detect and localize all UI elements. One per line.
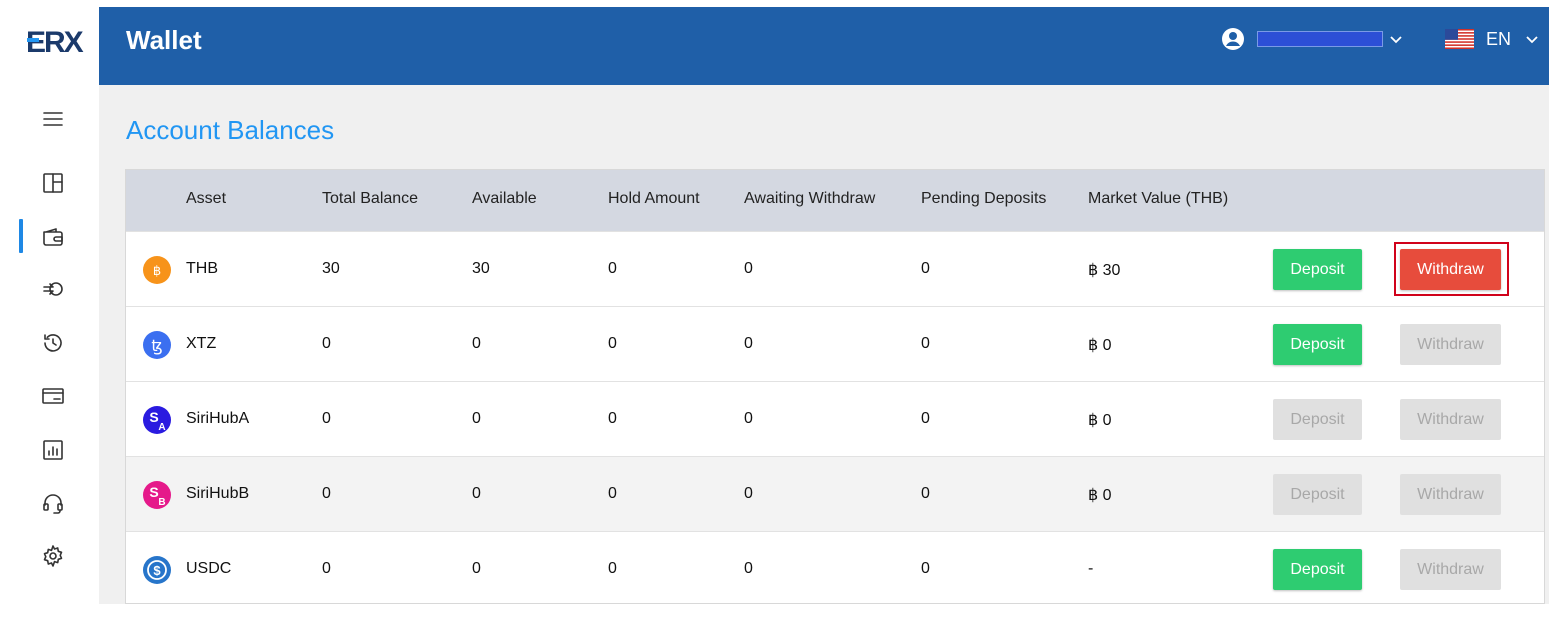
svg-text:S: S — [149, 484, 158, 500]
exchange-icon[interactable] — [40, 276, 66, 302]
column-header-asset: Asset — [186, 190, 227, 207]
hold-amount: 0 — [608, 485, 617, 502]
market-value: ฿ 30 — [1088, 262, 1121, 279]
hold-amount: 0 — [608, 260, 617, 277]
deposit-button[interactable]: Deposit — [1273, 549, 1362, 590]
main-content: Account Balances Asset Total Balance Ava… — [99, 85, 1549, 604]
total-balance: 0 — [322, 485, 331, 502]
wallet-icon[interactable] — [40, 224, 66, 250]
awaiting-withdraw: 0 — [744, 260, 753, 277]
withdraw-button-disabled: Withdraw — [1400, 549, 1501, 590]
table-row: S B SiriHubB 0 0 0 0 0 ฿ 0 Deposit Withd… — [126, 456, 1544, 531]
table-row: ꜩ XTZ 0 0 0 0 0 ฿ 0 Deposit Withdraw — [126, 306, 1544, 381]
asset-name: THB — [186, 260, 218, 277]
us-flag-icon — [1445, 29, 1474, 49]
user-menu[interactable] — [1221, 25, 1403, 53]
sidebar: ERX — [0, 0, 99, 634]
usdc-coin-icon: $ — [143, 556, 171, 584]
top-header: Wallet EN — [99, 7, 1549, 85]
gear-icon[interactable] — [40, 543, 66, 569]
user-account-icon — [1222, 28, 1244, 50]
column-header-hold-amount: Hold Amount — [608, 190, 700, 207]
deposit-button[interactable]: Deposit — [1273, 324, 1362, 365]
column-header-available: Available — [472, 190, 537, 207]
hold-amount: 0 — [608, 560, 617, 577]
svg-text:B: B — [158, 497, 165, 508]
headset-icon[interactable] — [40, 490, 66, 516]
total-balance: 0 — [322, 410, 331, 427]
language-label: EN — [1486, 28, 1512, 49]
awaiting-withdraw: 0 — [744, 335, 753, 352]
column-header-pending-deposits: Pending Deposits — [921, 190, 1047, 207]
hold-amount: 0 — [608, 410, 617, 427]
deposit-button-disabled: Deposit — [1273, 474, 1362, 515]
available-balance: 0 — [472, 335, 481, 352]
svg-text:ꜩ: ꜩ — [151, 336, 162, 355]
svg-text:$: $ — [153, 563, 161, 578]
column-header-total-balance: Total Balance — [322, 190, 419, 207]
svg-text:S: S — [149, 409, 158, 425]
user-name-redacted — [1257, 31, 1383, 47]
asset-name: XTZ — [186, 335, 217, 352]
page-title: Account Balances — [126, 115, 335, 145]
available-balance: 30 — [472, 260, 490, 277]
table-header: Asset Total Balance Available Hold Amoun… — [126, 170, 1544, 231]
asset-name: USDC — [186, 560, 232, 577]
erx-logo[interactable]: ERX — [26, 24, 84, 58]
sirihubb-coin-icon: S B — [143, 481, 171, 509]
total-balance: 0 — [322, 560, 331, 577]
market-value: ฿ 0 — [1088, 487, 1112, 504]
pending-deposits: 0 — [921, 335, 930, 352]
withdraw-button[interactable]: Withdraw — [1400, 249, 1501, 290]
history-icon[interactable] — [40, 330, 66, 356]
market-value: - — [1088, 560, 1094, 577]
awaiting-withdraw: 0 — [744, 560, 753, 577]
available-balance: 0 — [472, 560, 481, 577]
awaiting-withdraw: 0 — [744, 410, 753, 427]
total-balance: 30 — [322, 260, 340, 277]
available-balance: 0 — [472, 410, 481, 427]
deposit-button-disabled: Deposit — [1273, 399, 1362, 440]
deposit-button[interactable]: Deposit — [1273, 249, 1362, 290]
pending-deposits: 0 — [921, 410, 930, 427]
total-balance: 0 — [322, 335, 331, 352]
active-indicator — [19, 219, 23, 253]
balances-table: Asset Total Balance Available Hold Amoun… — [125, 169, 1545, 604]
table-row: $ USDC 0 0 0 0 0 - Deposit Withdraw — [126, 531, 1544, 606]
asset-name: SiriHubA — [186, 410, 250, 427]
tezos-coin-icon: ꜩ — [143, 331, 171, 359]
market-value: ฿ 0 — [1088, 337, 1112, 354]
page-header-title: Wallet — [126, 25, 202, 55]
hamburger-icon[interactable] — [40, 106, 66, 132]
svg-text:฿: ฿ — [153, 264, 161, 279]
available-balance: 0 — [472, 485, 481, 502]
chart-icon[interactable] — [40, 437, 66, 463]
awaiting-withdraw: 0 — [744, 485, 753, 502]
withdraw-button-disabled: Withdraw — [1400, 399, 1501, 440]
layout-icon[interactable] — [40, 170, 66, 196]
chevron-down-icon — [1526, 36, 1538, 44]
withdraw-button-disabled: Withdraw — [1400, 474, 1501, 515]
market-value: ฿ 0 — [1088, 412, 1112, 429]
pending-deposits: 0 — [921, 485, 930, 502]
asset-name: SiriHubB — [186, 485, 250, 502]
column-header-awaiting-withdraw: Awaiting Withdraw — [744, 190, 876, 207]
hold-amount: 0 — [608, 335, 617, 352]
pending-deposits: 0 — [921, 560, 930, 577]
bank-card-icon[interactable] — [40, 383, 66, 409]
table-row: ฿ THB 30 30 0 0 0 ฿ 30 Deposit Withdraw — [126, 231, 1544, 306]
chevron-down-icon — [1390, 36, 1402, 44]
table-row: S A SiriHubA 0 0 0 0 0 ฿ 0 Deposit Withd… — [126, 381, 1544, 456]
pending-deposits: 0 — [921, 260, 930, 277]
column-header-market-value: Market Value (THB) — [1088, 190, 1229, 207]
svg-text:A: A — [158, 422, 165, 433]
withdraw-button-disabled: Withdraw — [1400, 324, 1501, 365]
language-selector[interactable]: EN — [1445, 25, 1539, 53]
sirihuba-coin-icon: S A — [143, 406, 171, 434]
baht-coin-icon: ฿ — [143, 256, 171, 284]
